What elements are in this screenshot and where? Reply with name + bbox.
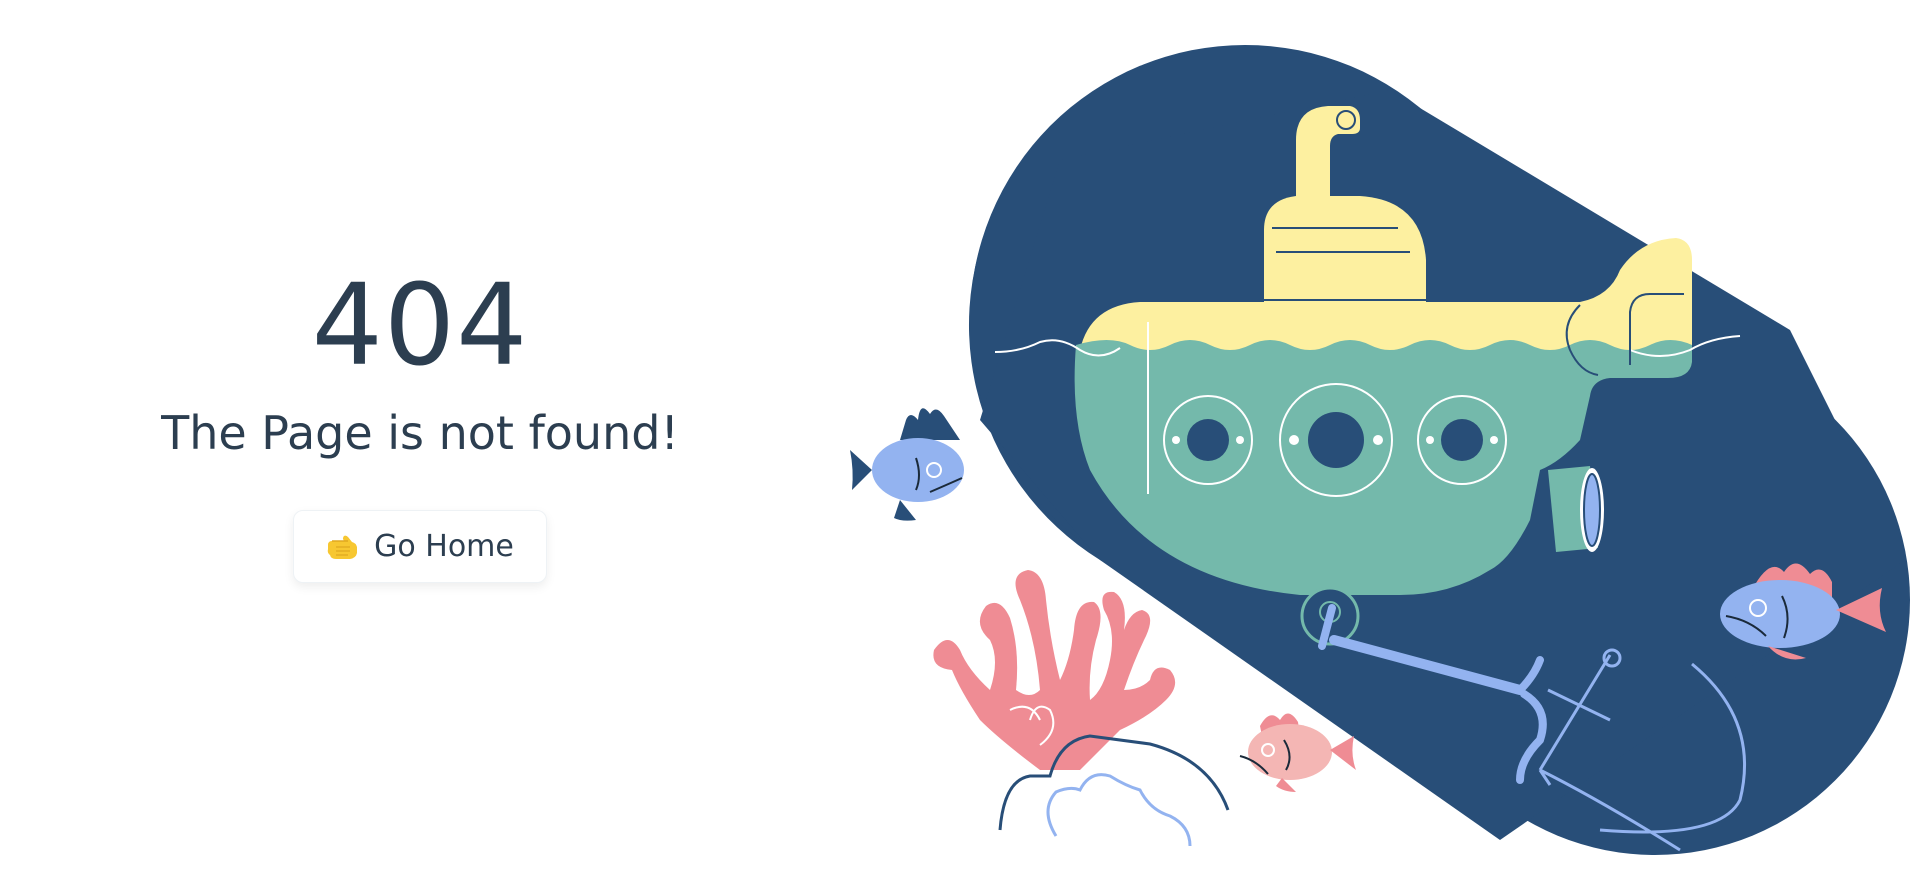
go-home-button[interactable]: Go Home: [293, 510, 547, 583]
error-code: 404: [311, 261, 529, 391]
go-home-label: Go Home: [374, 529, 514, 564]
error-panel: 404 The Page is not found! Go Home: [140, 270, 700, 583]
submarine-underwater-illustration: [850, 45, 1910, 855]
error-message: The Page is not found!: [161, 406, 679, 460]
pointing-right-hand-icon: [326, 533, 360, 561]
fish: [850, 408, 964, 521]
not-found-page: 404 The Page is not found! Go Home: [0, 0, 1920, 887]
